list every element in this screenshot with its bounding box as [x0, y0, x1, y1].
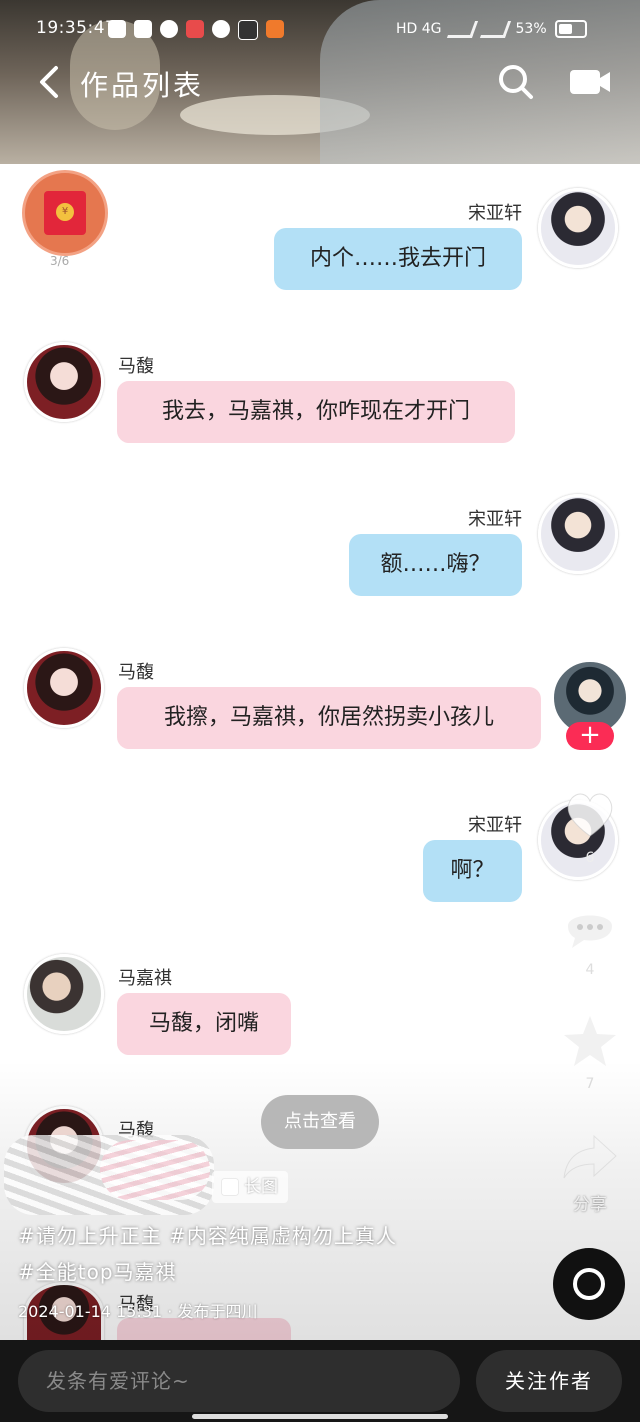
sender-name: 宋亚轩	[468, 203, 522, 224]
message-notification-icon	[134, 20, 152, 38]
redacted-scribble	[100, 1140, 210, 1200]
nav-row: 作品列表	[0, 56, 640, 108]
comment-button[interactable]	[560, 898, 620, 958]
status-right: HD 4G 53%	[396, 20, 587, 38]
red-packet-count: 3/6	[50, 254, 70, 268]
netease-music-icon	[573, 1268, 605, 1300]
hashtag-line[interactable]: #请勿上升正主 #内容纯属虚构勿上真人	[18, 1220, 397, 1249]
battery-percent: 53%	[515, 21, 547, 37]
search-icon	[499, 65, 533, 99]
page-title[interactable]: 作品列表	[80, 64, 204, 104]
notification-icons	[108, 20, 284, 40]
signal-icon	[446, 20, 478, 38]
bottom-bar: 发条有爱评论~ 关注作者	[0, 1340, 640, 1422]
sender-name: 宋亚轩	[468, 815, 522, 836]
back-button[interactable]	[34, 62, 68, 102]
heart-icon	[567, 793, 613, 837]
long-image-label: 长图	[244, 1177, 278, 1197]
tap-to-view-button[interactable]: 点击查看	[261, 1095, 379, 1149]
avatar-ma-fu[interactable]	[24, 648, 104, 728]
avatar-ma-fu[interactable]	[24, 342, 104, 422]
header-banner: 19:35:47 HD 4G 53% 作品列表	[0, 0, 640, 164]
video-button[interactable]	[568, 66, 612, 98]
status-bar: 19:35:47 HD 4G 53%	[0, 14, 640, 44]
battery-icon	[554, 20, 587, 38]
network-label: HD 4G	[396, 21, 442, 37]
wechat-icon	[212, 20, 230, 38]
publish-info: 2024-01-14 15:31 · 发布于四川	[18, 1302, 258, 1321]
like-count: 6	[585, 850, 595, 866]
chevron-left-icon	[40, 66, 58, 98]
follow-plus-button[interactable]: +	[566, 722, 614, 750]
chat-bubble: 我擦，马嘉祺，你居然拐卖小孩儿	[117, 687, 541, 749]
comment-count: 4	[585, 962, 595, 978]
status-time: 19:35:47	[36, 18, 117, 38]
soul-icon	[238, 20, 258, 40]
sender-name: 宋亚轩	[468, 509, 522, 530]
sender-name: 马馥	[118, 662, 154, 683]
avatar-ma-jiaqi[interactable]	[24, 954, 104, 1034]
sender-name: 马嘉祺	[118, 968, 172, 989]
music-disc-button[interactable]	[553, 1248, 625, 1320]
chat-bubble: 额……嗨？	[349, 534, 522, 596]
app-notification-icon	[186, 20, 204, 38]
wifi-icon	[479, 20, 511, 38]
long-image-tag: 长图	[212, 1171, 288, 1203]
comment-icon	[568, 915, 612, 948]
chat-bubble: 马馥，闭嘴	[117, 993, 291, 1055]
search-button[interactable]	[496, 62, 536, 102]
coin-icon: ¥	[56, 203, 74, 221]
image-icon	[222, 1179, 238, 1195]
follow-author-button[interactable]: 关注作者	[476, 1350, 622, 1412]
qq-icon	[160, 20, 178, 38]
app-notification-icon	[266, 20, 284, 38]
hashtag-line[interactable]: #全能top马嘉祺	[18, 1256, 177, 1285]
video-camera-icon	[570, 70, 610, 94]
chat-bubble: 啊？	[423, 840, 522, 902]
chat-bubble: 内个……我去开门	[274, 228, 522, 290]
chat-bubble: 我去，马嘉祺，你咋现在才开门	[117, 381, 515, 443]
red-packet-button[interactable]: ¥	[22, 170, 108, 256]
sender-name: 马馥	[118, 356, 154, 377]
avatar-song-yaxuan[interactable]	[538, 188, 618, 268]
home-indicator[interactable]	[192, 1414, 448, 1419]
avatar-song-yaxuan[interactable]	[538, 494, 618, 574]
comment-input[interactable]: 发条有爱评论~	[18, 1350, 460, 1412]
like-button[interactable]	[560, 784, 620, 844]
app-notification-icon	[108, 20, 126, 38]
